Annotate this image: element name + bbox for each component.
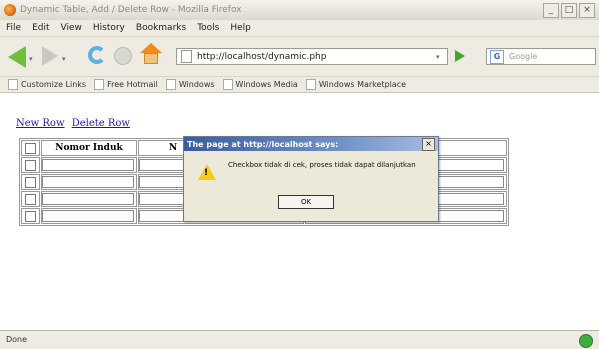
address-text: http://localhost/dynamic.php xyxy=(197,51,327,62)
warning-exclamation-icon: ! xyxy=(204,168,209,178)
close-button[interactable]: × xyxy=(579,3,595,18)
dialog-title: The page at http://localhost says: xyxy=(187,139,339,149)
status-text: Done xyxy=(6,335,28,344)
back-dropdown-icon[interactable]: ▾ xyxy=(29,55,33,63)
menu-history[interactable]: History xyxy=(93,23,125,33)
firefox-icon xyxy=(4,4,16,16)
table-cell xyxy=(41,191,137,207)
bookmark-label: Windows xyxy=(178,80,215,89)
bookmark-item[interactable]: Windows Media xyxy=(222,79,298,90)
bookmark-item[interactable]: Windows Marketplace xyxy=(305,79,407,90)
bookmark-label: Customize Links xyxy=(21,80,87,89)
forward-arrow-icon[interactable] xyxy=(42,46,58,66)
row-actions: New Row Delete Row xyxy=(16,118,134,129)
page-icon xyxy=(181,50,192,63)
checkbox-cell xyxy=(21,174,40,190)
row-checkbox[interactable] xyxy=(25,159,36,171)
select-all-checkbox[interactable] xyxy=(25,142,36,154)
window-controls: _ □ × xyxy=(543,3,595,18)
bookmark-item[interactable]: Windows xyxy=(165,79,215,90)
forward-dropdown-icon[interactable]: ▾ xyxy=(62,55,66,63)
bookmark-item[interactable]: Free Hotmail xyxy=(94,79,158,90)
menu-edit[interactable]: Edit xyxy=(32,23,49,33)
bookmark-page-icon xyxy=(305,79,316,90)
bookmark-label: Windows Marketplace xyxy=(318,80,407,89)
back-arrow-icon[interactable] xyxy=(8,46,26,68)
navigation-toolbar: ▾ ▾ http://localhost/dynamic.php ▾ G Goo… xyxy=(0,37,599,77)
select-column-header xyxy=(21,140,40,156)
dialog-close-icon[interactable]: × xyxy=(422,138,435,151)
checkbox-cell xyxy=(21,208,40,224)
stop-icon[interactable] xyxy=(114,47,132,65)
table-cell xyxy=(41,157,137,173)
reload-icon[interactable] xyxy=(88,46,106,64)
search-box[interactable]: G Google xyxy=(486,48,596,65)
delete-row-link[interactable]: Delete Row xyxy=(72,118,130,129)
column-header: Nomor Induk xyxy=(41,140,137,156)
nomor-induk-input[interactable] xyxy=(42,159,134,171)
menu-bookmarks[interactable]: Bookmarks xyxy=(136,23,186,33)
window-title: Dynamic Table, Add / Delete Row - Mozill… xyxy=(20,5,242,15)
minimize-button[interactable]: _ xyxy=(543,3,559,18)
home-icon[interactable] xyxy=(140,43,162,65)
bookmark-label: Windows Media xyxy=(235,80,298,89)
menu-bar: File Edit View History Bookmarks Tools H… xyxy=(0,20,599,37)
alert-dialog: The page at http://localhost says: × ! C… xyxy=(183,136,439,222)
table-cell xyxy=(41,208,137,224)
menu-file[interactable]: File xyxy=(6,23,21,33)
bookmark-label: Free Hotmail xyxy=(107,80,158,89)
checkbox-cell xyxy=(21,157,40,173)
checkbox-cell xyxy=(21,191,40,207)
bookmark-page-icon xyxy=(8,79,18,90)
menu-tools[interactable]: Tools xyxy=(197,23,219,33)
table-cell xyxy=(41,174,137,190)
go-icon[interactable] xyxy=(455,50,465,62)
nomor-induk-input[interactable] xyxy=(42,176,134,188)
google-icon[interactable]: G xyxy=(490,49,504,64)
bookmark-item[interactable]: Customize Links xyxy=(8,79,86,90)
dialog-message: Checkbox tidak di cek, proses tidak dapa… xyxy=(228,161,416,169)
maximize-button[interactable]: □ xyxy=(561,3,577,18)
bookmark-page-icon xyxy=(222,79,233,90)
nomor-induk-input[interactable] xyxy=(42,193,134,205)
ok-button[interactable]: OK xyxy=(278,195,334,209)
dialog-titlebar: The page at http://localhost says: xyxy=(184,137,438,151)
bookmark-page-icon xyxy=(94,79,105,90)
row-checkbox[interactable] xyxy=(25,176,36,188)
address-dropdown-icon[interactable]: ▾ xyxy=(436,53,440,61)
nomor-induk-input[interactable] xyxy=(42,210,134,222)
bookmarks-toolbar: Customize Links Free Hotmail Windows Win… xyxy=(0,77,599,93)
address-bar[interactable]: http://localhost/dynamic.php xyxy=(176,48,448,65)
security-status-icon xyxy=(579,334,593,348)
bookmark-page-icon xyxy=(165,79,176,90)
search-placeholder: Google xyxy=(509,52,538,61)
row-checkbox[interactable] xyxy=(25,210,36,222)
row-checkbox[interactable] xyxy=(25,193,36,205)
new-row-link[interactable]: New Row xyxy=(16,118,65,129)
window-titlebar: Dynamic Table, Add / Delete Row - Mozill… xyxy=(0,0,599,21)
menu-view[interactable]: View xyxy=(61,23,82,33)
menu-help[interactable]: Help xyxy=(230,23,251,33)
status-bar: Done xyxy=(0,330,599,349)
